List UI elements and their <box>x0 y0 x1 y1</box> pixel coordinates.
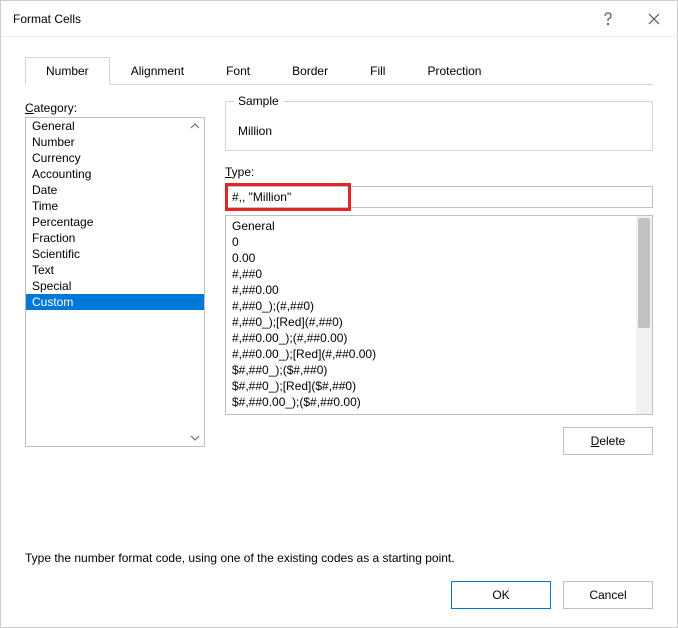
tab-border[interactable]: Border <box>271 57 349 84</box>
category-item-special[interactable]: Special <box>26 278 204 294</box>
format-item[interactable]: $#,##0.00_);($#,##0.00) <box>232 394 630 410</box>
sample-group: Sample Million <box>225 101 653 151</box>
tab-alignment[interactable]: Alignment <box>110 57 205 84</box>
tab-number[interactable]: Number <box>25 57 110 85</box>
category-item-date[interactable]: Date <box>26 182 204 198</box>
dialog-title: Format Cells <box>13 12 81 26</box>
category-item-general[interactable]: General <box>26 118 204 134</box>
formats-scrollbar[interactable] <box>636 216 652 414</box>
type-label: Type: <box>225 165 653 179</box>
cancel-button[interactable]: Cancel <box>563 581 653 609</box>
tab-protection[interactable]: Protection <box>406 57 502 84</box>
category-item-scientific[interactable]: Scientific <box>26 246 204 262</box>
category-listbox[interactable]: General Number Currency Accounting Date … <box>25 117 205 447</box>
scroll-down-icon[interactable] <box>188 431 202 445</box>
format-cells-dialog: Format Cells Number Alignment Font Borde… <box>0 0 678 628</box>
sample-value: Million <box>238 124 640 138</box>
category-item-currency[interactable]: Currency <box>26 150 204 166</box>
format-item[interactable]: 0.00 <box>232 250 630 266</box>
hint-text: Type the number format code, using one o… <box>25 551 653 565</box>
help-button[interactable] <box>585 1 631 37</box>
close-button[interactable] <box>631 1 677 37</box>
tab-fill[interactable]: Fill <box>349 57 406 84</box>
type-highlight <box>225 183 351 211</box>
format-item[interactable]: General <box>232 218 630 234</box>
format-item[interactable]: #,##0.00_);(#,##0.00) <box>232 330 630 346</box>
format-item[interactable]: #,##0_);(#,##0) <box>232 298 630 314</box>
delete-button[interactable]: Delete <box>563 427 653 455</box>
format-item[interactable]: #,##0.00 <box>232 282 630 298</box>
format-item[interactable]: #,##0.00_);[Red](#,##0.00) <box>232 346 630 362</box>
category-item-text[interactable]: Text <box>26 262 204 278</box>
format-item[interactable]: $#,##0_);[Red]($#,##0) <box>232 378 630 394</box>
formats-scroll-thumb[interactable] <box>638 218 650 328</box>
category-item-number[interactable]: Number <box>26 134 204 150</box>
sample-label: Sample <box>234 94 283 108</box>
tabs: Number Alignment Font Border Fill Protec… <box>25 57 653 84</box>
format-item[interactable]: #,##0_);[Red](#,##0) <box>232 314 630 330</box>
tab-font[interactable]: Font <box>205 57 271 84</box>
format-item[interactable]: #,##0 <box>232 266 630 282</box>
format-item[interactable]: $#,##0_);($#,##0) <box>232 362 630 378</box>
titlebar: Format Cells <box>1 1 677 37</box>
ok-button[interactable]: OK <box>451 581 551 609</box>
category-item-custom[interactable]: Custom <box>26 294 204 310</box>
category-item-percentage[interactable]: Percentage <box>26 214 204 230</box>
formats-listbox[interactable]: General 0 0.00 #,##0 #,##0.00 #,##0_);(#… <box>225 215 653 415</box>
category-item-time[interactable]: Time <box>26 198 204 214</box>
category-label: Category: <box>25 101 205 115</box>
format-item[interactable]: 0 <box>232 234 630 250</box>
category-item-accounting[interactable]: Accounting <box>26 166 204 182</box>
scroll-up-icon[interactable] <box>188 119 202 133</box>
category-item-fraction[interactable]: Fraction <box>26 230 204 246</box>
